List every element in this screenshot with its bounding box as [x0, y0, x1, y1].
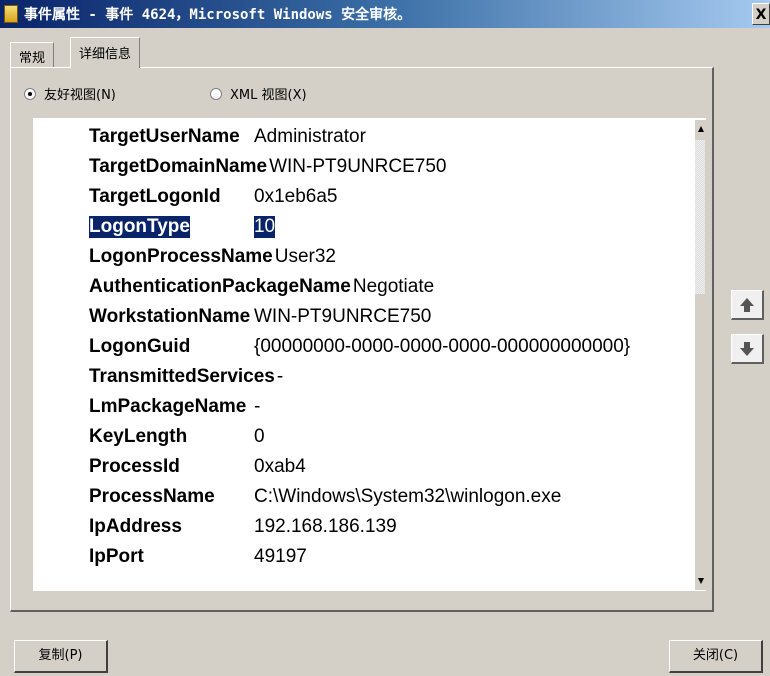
field-value: -	[254, 396, 261, 417]
scroll-up-arrow-icon[interactable]	[698, 126, 704, 132]
field-row: TargetUserName Administrator	[89, 124, 366, 150]
field-value: Administrator	[254, 126, 366, 147]
field-row: WorkstationName WIN-PT9UNRCE750	[89, 304, 431, 330]
title-bar: 事件属性 - 事件 4624，Microsoft Windows 安全审核。 X	[0, 0, 770, 28]
copy-button[interactable]: 复制(P)	[14, 640, 108, 673]
field-name: LogonGuid	[89, 336, 191, 357]
field-value: 0xab4	[254, 456, 306, 477]
field-row: TargetDomainName WIN-PT9UNRCE750	[89, 154, 446, 180]
close-button[interactable]: 关闭(C)	[669, 640, 763, 673]
field-name: KeyLength	[89, 426, 188, 447]
field-row: IpPort 49197	[89, 544, 307, 570]
field-name: ProcessId	[89, 456, 180, 477]
field-row: LogonGuid {00000000-0000-0000-0000-000000…	[89, 334, 630, 360]
scroll-thumb[interactable]	[695, 140, 705, 294]
field-row: TargetLogonId 0x1eb6a5	[89, 184, 337, 210]
event-data-view[interactable]: TargetUserName Administrator TargetDomainN…	[33, 118, 706, 591]
field-name: TargetLogonId	[89, 186, 221, 207]
field-value: 0	[254, 426, 265, 447]
field-row: ProcessId 0xab4	[89, 454, 306, 480]
friendly-view-radio[interactable]: 友好视图(N)	[24, 84, 116, 103]
xml-view-label: XML 视图(X)	[230, 88, 307, 103]
field-value: 49197	[254, 546, 307, 567]
field-row: IpAddress 192.168.186.139	[89, 514, 397, 540]
field-value: -	[276, 366, 284, 387]
field-name: LogonProcessName	[89, 246, 273, 267]
field-row: ProcessName C:\Windows\System32\winlogon.…	[89, 484, 561, 510]
field-value: 192.168.186.139	[254, 516, 397, 537]
field-row: KeyLength 0	[89, 424, 265, 450]
radio-checked-icon	[24, 87, 36, 100]
scroll-down-arrow-icon[interactable]	[698, 578, 704, 584]
field-value: C:\Windows\System32\winlogon.exe	[254, 486, 562, 507]
field-value: {00000000-0000-0000-0000-000000000000}	[254, 336, 631, 357]
field-name: LmPackageName	[89, 396, 247, 417]
field-value: User32	[274, 246, 336, 267]
field-row: LmPackageName -	[89, 394, 260, 420]
field-name: TargetUserName	[89, 126, 240, 147]
arrow-down-icon	[740, 341, 754, 356]
previous-event-button[interactable]	[731, 290, 764, 320]
field-name: WorkstationName	[89, 306, 251, 327]
field-name: TransmittedServices	[89, 366, 275, 387]
field-name: AuthenticationPackageName	[89, 276, 351, 297]
field-value: WIN-PT9UNRCE750	[254, 306, 432, 327]
field-name: ProcessName	[89, 486, 215, 507]
tab-general[interactable]: 常规	[10, 42, 55, 67]
arrow-up-icon	[740, 297, 754, 312]
field-value: WIN-PT9UNRCE750	[269, 156, 447, 177]
friendly-view-label: 友好视图(N)	[44, 88, 116, 103]
radio-unchecked-icon	[210, 87, 222, 100]
field-name: LogonType	[89, 216, 190, 238]
field-name: IpAddress	[89, 516, 182, 537]
field-value: 0x1eb6a5	[254, 186, 338, 207]
event-viewer-icon	[4, 5, 18, 23]
field-row: LogonType 10	[89, 214, 276, 240]
field-name: TargetDomainName	[89, 156, 268, 177]
field-row: TransmittedServices -	[89, 364, 283, 390]
xml-view-radio[interactable]: XML 视图(X)	[210, 84, 307, 103]
window-title: 事件属性 - 事件 4624，Microsoft Windows 安全审核。	[24, 7, 412, 23]
tab-details[interactable]: 详细信息	[70, 37, 141, 68]
close-window-button[interactable]: X	[752, 3, 770, 25]
vertical-scrollbar[interactable]	[695, 120, 706, 590]
field-value: 10	[253, 216, 276, 238]
field-row: AuthenticationPackageName Negotiate	[89, 274, 434, 300]
field-row: LogonProcessName User32	[89, 244, 336, 270]
next-event-button[interactable]	[731, 334, 764, 364]
field-value: Negotiate	[352, 276, 435, 297]
field-name: IpPort	[89, 546, 144, 567]
